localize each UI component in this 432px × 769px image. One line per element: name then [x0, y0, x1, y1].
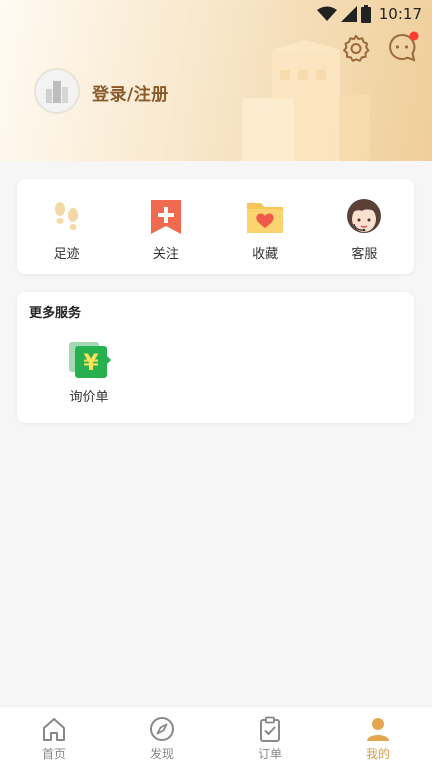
service-item-label: 询价单 — [69, 390, 109, 405]
tab-home[interactable]: 首页 — [0, 707, 108, 769]
settings-icon[interactable] — [340, 32, 372, 64]
quick-item-customer-service[interactable]: 客服 — [315, 179, 414, 274]
clipboard-icon — [260, 716, 280, 742]
message-icon — [389, 31, 419, 62]
tab-label: 订单 — [257, 747, 282, 761]
profile-icon — [367, 718, 389, 741]
price-inquiry-icon: ¥ — [69, 342, 111, 378]
services-title: 更多服务 — [29, 306, 82, 321]
quick-item-label: 收藏 — [252, 247, 279, 262]
home-icon — [43, 718, 65, 741]
tab-label: 首页 — [41, 747, 66, 761]
service-item-price-inquiry[interactable]: ¥ 询价单 — [47, 340, 131, 405]
heart-folder-icon — [247, 203, 284, 233]
tab-orders[interactable]: 订单 — [216, 707, 324, 769]
quick-item-label: 关注 — [152, 247, 179, 262]
svg-text:¥: ¥ — [83, 351, 99, 376]
profile-header: 10:17 登录/注册 — [0, 0, 432, 161]
customer-service-icon — [347, 199, 382, 233]
avatar[interactable] — [34, 68, 80, 114]
quick-item-label: 足迹 — [53, 247, 80, 262]
quick-actions-card: 足迹 关注 收藏 客服 — [17, 179, 414, 274]
bookmark-plus-icon — [150, 200, 181, 234]
battery-icon — [360, 5, 371, 23]
cellular-signal-icon — [340, 6, 357, 22]
login-register-link[interactable]: 登录/注册 — [92, 80, 169, 105]
quick-item-label: 客服 — [351, 247, 378, 262]
compass-icon — [150, 717, 174, 741]
bottom-tab-bar: 首页 发现 订单 我的 — [0, 706, 432, 769]
message-button[interactable] — [385, 30, 421, 66]
quick-item-favorites[interactable]: 收藏 — [216, 179, 315, 274]
footprints-icon — [54, 202, 78, 230]
status-time: 10:17 — [378, 5, 422, 23]
tab-profile[interactable]: 我的 — [324, 707, 432, 769]
more-services-card: 更多服务 ¥ 询价单 — [17, 292, 414, 423]
tab-label: 发现 — [149, 747, 174, 761]
default-avatar-icon — [46, 81, 68, 103]
quick-item-footprints[interactable]: 足迹 — [17, 179, 116, 274]
tab-discover[interactable]: 发现 — [108, 707, 216, 769]
wifi-icon — [316, 6, 337, 21]
tab-label: 我的 — [365, 747, 390, 761]
status-bar: 10:17 — [0, 0, 432, 28]
quick-item-follow[interactable]: 关注 — [116, 179, 215, 274]
